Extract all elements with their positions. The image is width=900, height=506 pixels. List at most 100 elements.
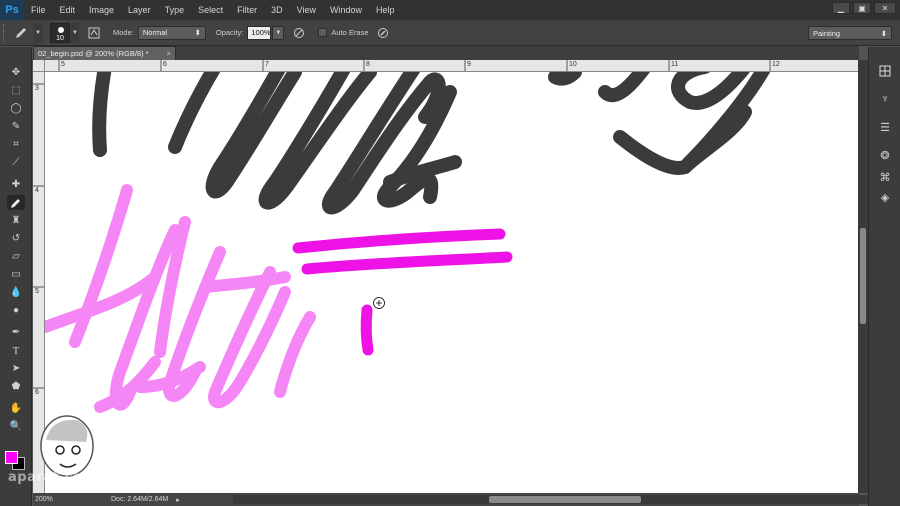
menu-type[interactable]: Type (158, 0, 192, 20)
ruler-h-label: 11 (671, 61, 679, 68)
ruler-ticks (58, 60, 771, 71)
eraser-tool[interactable]: ▱ (7, 249, 25, 264)
crop-tool[interactable]: ⌗ (7, 137, 25, 152)
workspace-select[interactable]: Painting ⬍ (808, 26, 892, 40)
opacity-input[interactable]: 100% (247, 25, 272, 40)
history-brush-tool[interactable]: ↺ (7, 231, 25, 246)
menu-window[interactable]: Window (323, 0, 369, 20)
magenta-stroke (301, 251, 513, 275)
ruler-h-label: 12 (772, 61, 780, 68)
blur-icon: 💧 (9, 287, 23, 298)
status-menu-arrow[interactable]: ▸ (176, 496, 180, 504)
dark-stroke (548, 72, 582, 86)
chevron-down-icon[interactable]: ▼ (71, 22, 79, 43)
chevron-updown-icon: ⬍ (880, 28, 887, 38)
channels-icon: ❂ (880, 149, 890, 162)
hand-tool[interactable]: ✋ (7, 401, 25, 416)
maximize-button[interactable]: ▣ (853, 2, 871, 14)
menu-view[interactable]: View (290, 0, 323, 20)
ruler-h-label: 7 (265, 61, 269, 68)
photoshop-logo: Ps (0, 0, 24, 20)
tablet-size-button[interactable] (374, 24, 392, 42)
foreground-color-swatch[interactable] (5, 451, 18, 464)
menu-3d[interactable]: 3D (264, 0, 290, 20)
ruler-v-label: 5 (35, 288, 39, 295)
mode-select[interactable]: Normal ⬍ (137, 25, 206, 40)
document-canvas[interactable] (45, 72, 858, 493)
dark-strokes (92, 72, 771, 215)
marquee-tool[interactable]: ⬚ (7, 83, 25, 98)
brush-presets-icon: ♆ (880, 93, 890, 105)
tablet-opacity-button[interactable] (290, 24, 308, 42)
paths-panel-button[interactable]: ⌘ (876, 169, 894, 185)
menu-select[interactable]: Select (191, 0, 230, 20)
pressure-size-icon (378, 27, 389, 38)
options-bar: ▼ 10 ▼ Mode: Normal ⬍ Opacity: 100% ▼ Au… (0, 20, 900, 46)
close-button[interactable]: ✕ (874, 2, 896, 14)
brush-size-value: 10 (56, 34, 64, 42)
channels-panel-button[interactable]: ❂ (876, 147, 894, 163)
magenta-strokes (292, 228, 513, 356)
zoom-tool[interactable]: 🔍 (7, 419, 25, 434)
brush-panel-icon (88, 27, 100, 38)
ruler-h-label: 6 (163, 61, 167, 68)
menu-filter[interactable]: Filter (230, 0, 264, 20)
dark-stroke (92, 72, 112, 157)
blur-tool[interactable]: 💧 (7, 285, 25, 300)
ruler-origin[interactable] (33, 60, 45, 72)
horizontal-ruler[interactable]: 5 6 7 8 9 10 11 12 (33, 60, 859, 72)
canvas-artwork (45, 72, 771, 413)
pencil-tool[interactable] (7, 195, 25, 210)
brush-presets-panel-button[interactable]: ♆ (876, 91, 894, 107)
quick-select-tool[interactable]: ✎ (7, 119, 25, 134)
zoom-icon: 🔍 (9, 421, 23, 432)
chevron-down-icon[interactable]: ▼ (34, 22, 42, 43)
layers-panel-button[interactable]: ◈ (876, 189, 894, 205)
layers-icon: ◈ (880, 191, 890, 204)
lasso-tool[interactable]: ◯ (7, 101, 25, 116)
dark-stroke (168, 72, 221, 154)
close-icon[interactable]: × (167, 49, 171, 58)
navigator-panel-button[interactable] (876, 63, 894, 79)
chevron-updown-icon: ⬍ (194, 28, 201, 37)
ruler-v-label: 3 (35, 85, 39, 92)
menu-image[interactable]: Image (82, 0, 121, 20)
type-tool[interactable]: T (7, 343, 25, 358)
mode-label: Mode: (113, 28, 134, 37)
vertical-scroll-thumb[interactable] (860, 228, 866, 324)
dark-stroke (671, 72, 750, 110)
dark-stroke (613, 130, 692, 175)
menu-layer[interactable]: Layer (121, 0, 158, 20)
history-brush-icon: ↺ (11, 233, 21, 244)
brush-preset-picker[interactable]: 10 (50, 22, 70, 43)
healing-tool[interactable]: ✚ (7, 177, 25, 192)
tool-preset-picker[interactable] (9, 23, 33, 43)
pen-tool[interactable]: ✒ (7, 325, 25, 340)
gradient-tool[interactable]: ▭ (7, 267, 25, 282)
horizontal-scrollbar[interactable] (233, 495, 888, 504)
watermark-text: aparat.com (8, 470, 97, 485)
horizontal-scroll-thumb[interactable] (489, 496, 641, 503)
menu-help[interactable]: Help (369, 0, 402, 20)
opacity-slider-toggle[interactable]: ▼ (272, 25, 285, 40)
minimize-button[interactable]: ▁ (832, 2, 850, 14)
dodge-tool[interactable]: ● (7, 303, 25, 318)
menu-edit[interactable]: Edit (53, 0, 83, 20)
zoom-level[interactable]: 200% (35, 496, 75, 503)
adjustments-panel-button[interactable]: ☰ (876, 119, 894, 135)
eyedropper-tool[interactable]: ⟋ (7, 155, 25, 170)
shape-tool[interactable]: ⬟ (7, 379, 25, 394)
vertical-scrollbar[interactable] (858, 60, 868, 493)
lasso-icon: ◯ (10, 103, 22, 114)
stamp-tool[interactable]: ♜ (7, 213, 25, 228)
move-tool[interactable]: ✥ (7, 65, 25, 80)
brush-panel-toggle[interactable] (85, 24, 103, 42)
workspace-value: Painting (813, 28, 841, 38)
menu-bar: Ps File Edit Image Layer Type Select Fil… (0, 0, 900, 20)
path-select-tool[interactable]: ➤ (7, 361, 25, 376)
menu-file[interactable]: File (24, 0, 53, 20)
tab-document[interactable]: 02_begin.psd @ 200% (RGB/8) * × (33, 46, 176, 60)
ruler-h-label: 9 (467, 61, 471, 68)
pink-stroke (208, 266, 291, 409)
auto-erase-checkbox[interactable] (318, 28, 328, 37)
